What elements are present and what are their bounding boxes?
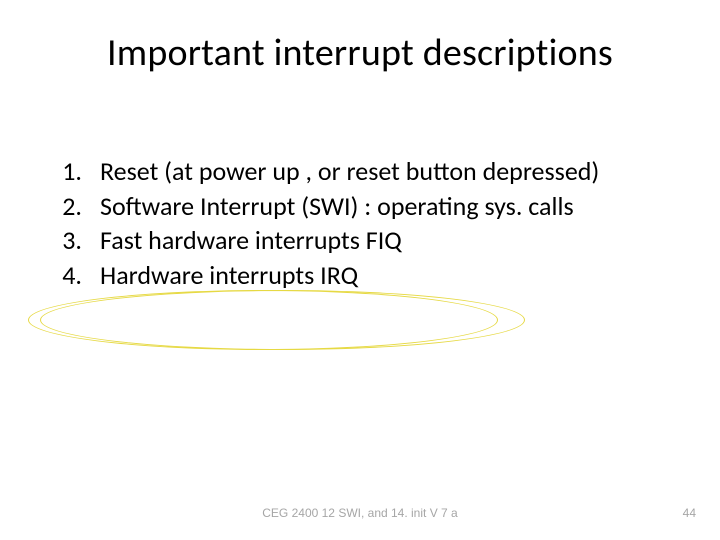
numbered-list: 1. Reset (at power up , or reset button …	[50, 155, 680, 293]
slide-title: Important interrupt descriptions	[0, 30, 720, 76]
list-item-number: 1.	[50, 155, 100, 188]
page-number: 44	[683, 506, 696, 520]
footer-text: CEG 2400 12 SWI, and 14. init V 7 a	[0, 506, 720, 520]
list-item: 2. Software Interrupt (SWI) : operating …	[50, 190, 680, 223]
list-item-number: 4.	[50, 259, 100, 292]
list-item-text: Hardware interrupts IRQ	[100, 259, 680, 292]
list-item: 1. Reset (at power up , or reset button …	[50, 155, 680, 188]
list-item: 3. Fast hardware interrupts FIQ	[50, 224, 680, 257]
list-item: 4. Hardware interrupts IRQ	[50, 259, 680, 292]
list-item-text: Software Interrupt (SWI) : operating sys…	[100, 190, 680, 223]
list-item-number: 2.	[50, 190, 100, 223]
list-item-text: Reset (at power up , or reset button dep…	[100, 155, 680, 188]
hand-drawn-ellipse-annotation	[28, 290, 498, 350]
list-item-text: Fast hardware interrupts FIQ	[100, 224, 680, 257]
slide: Important interrupt descriptions 1. Rese…	[0, 0, 720, 540]
list-item-number: 3.	[50, 224, 100, 257]
hand-drawn-ellipse-annotation	[40, 290, 525, 350]
